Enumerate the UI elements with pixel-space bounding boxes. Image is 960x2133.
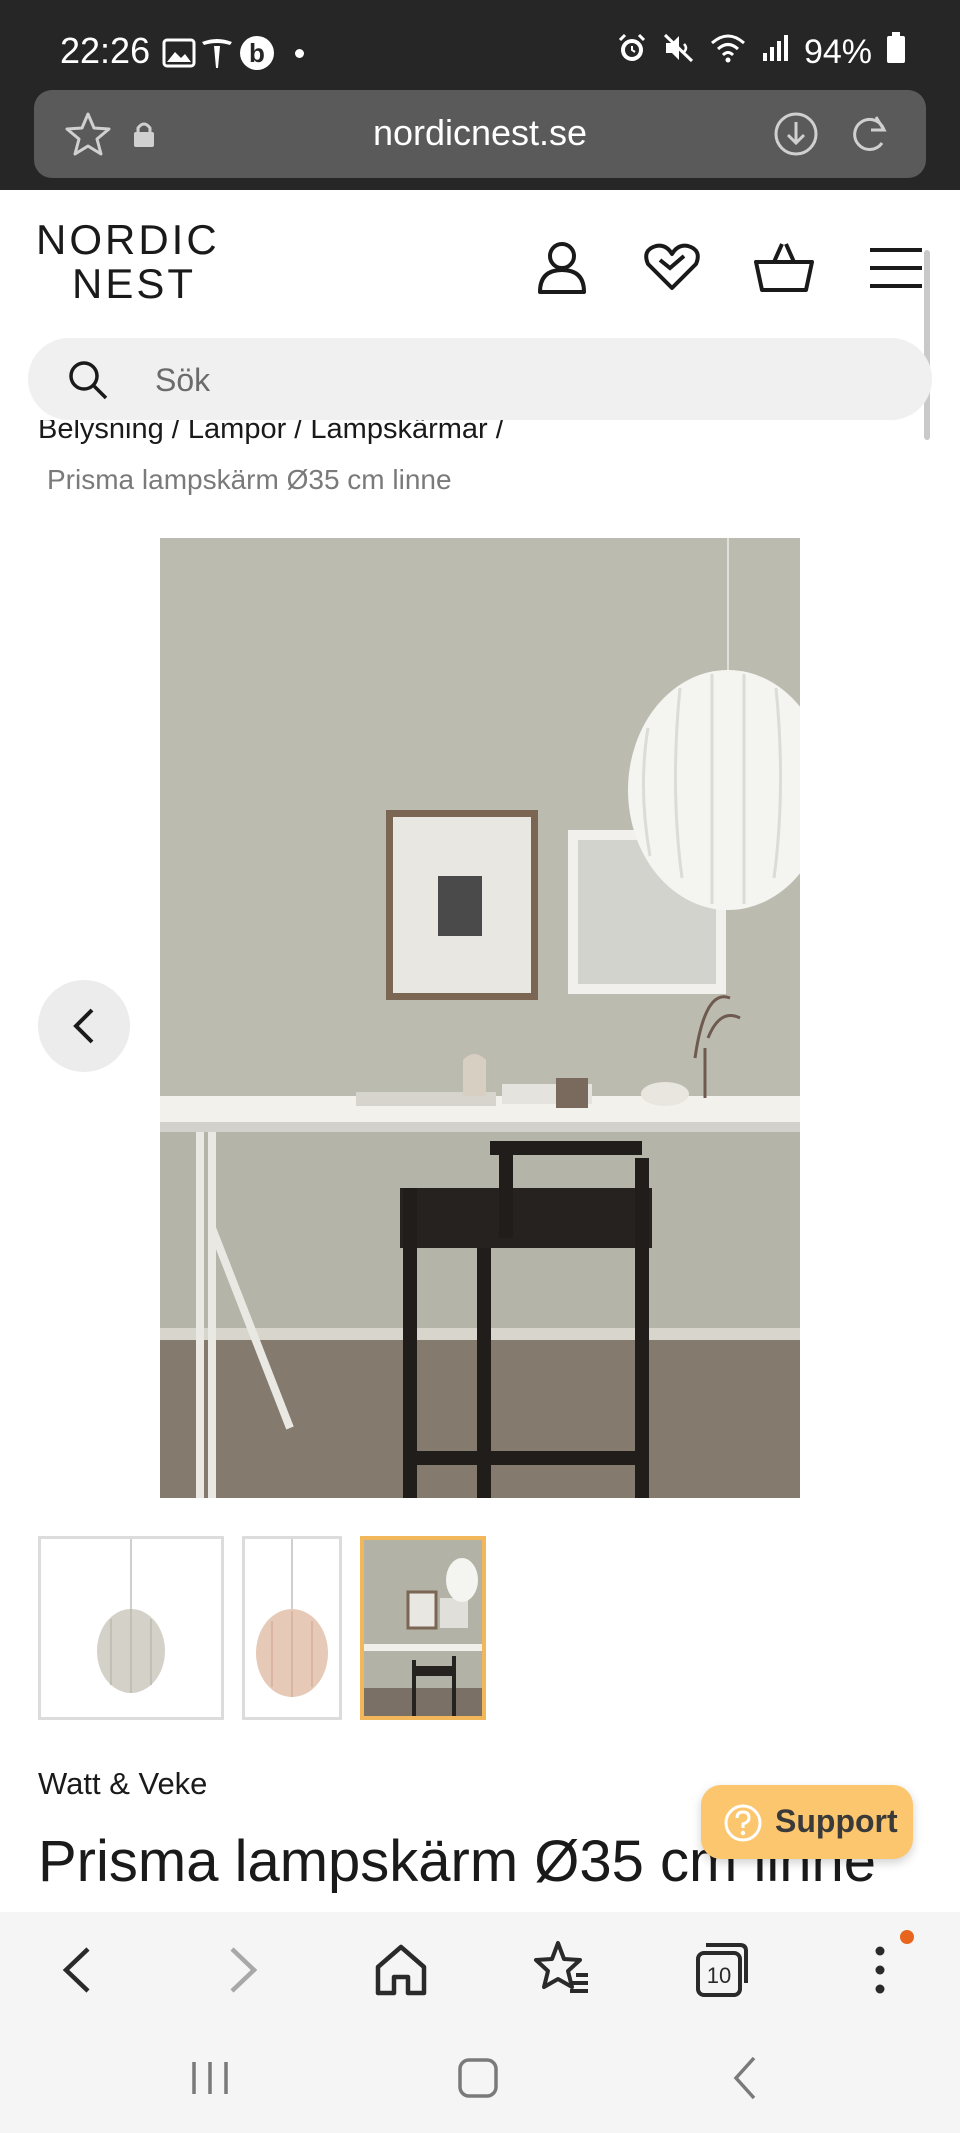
wishlist-heart-icon[interactable]: [640, 236, 704, 300]
tabs-icon[interactable]: 10: [684, 1935, 754, 2005]
help-question-icon: [723, 1803, 763, 1848]
product-brand[interactable]: Watt & Veke: [38, 1766, 207, 1802]
status-bar: 22:26 b 94% nordicnest.se: [0, 0, 960, 190]
search-icon: [66, 358, 110, 407]
home-button-icon[interactable]: [448, 2040, 508, 2116]
page-scrollbar[interactable]: [924, 250, 930, 440]
tesla-icon: [200, 36, 234, 75]
bookmarks-star-icon[interactable]: [526, 1935, 596, 2005]
account-icon[interactable]: [530, 236, 594, 300]
search-input[interactable]: Sök: [155, 362, 210, 399]
signal-icon: [760, 33, 790, 72]
recent-apps-icon[interactable]: [180, 2040, 240, 2116]
breadcrumb[interactable]: Belysning / Lampor / Lampskärmar /: [38, 420, 504, 450]
thumbnail-3-selected[interactable]: [360, 1536, 486, 1720]
status-right: 94%: [616, 32, 906, 73]
chevron-left-icon: [66, 1006, 106, 1051]
battery-percent: 94%: [803, 33, 872, 71]
cart-basket-icon[interactable]: [752, 236, 816, 300]
thumbnail-2[interactable]: [242, 1536, 342, 1720]
status-time: 22:26: [60, 30, 151, 71]
support-button[interactable]: Support: [701, 1785, 913, 1859]
image-icon: [162, 38, 196, 73]
url-bar[interactable]: nordicnest.se: [34, 90, 926, 178]
home-icon[interactable]: [366, 1935, 436, 2005]
download-icon[interactable]: [772, 110, 820, 163]
system-back-icon[interactable]: [716, 2040, 776, 2116]
battery-icon: [886, 32, 906, 73]
back-arrow-icon[interactable]: [44, 1935, 114, 2005]
menu-hamburger-icon[interactable]: [864, 236, 928, 300]
logo-line-2: NEST: [72, 260, 197, 307]
svg-text:10: 10: [707, 1963, 731, 1988]
site-logo[interactable]: NORDIC NEST: [36, 218, 220, 306]
thumbnail-1[interactable]: [38, 1536, 224, 1720]
breadcrumb-current: Prisma lampskärm Ø35 cm linne: [47, 464, 452, 495]
more-menu-icon[interactable]: [846, 1935, 916, 2005]
alarm-icon: [616, 32, 648, 73]
logo-line-1: NORDIC: [36, 216, 220, 263]
product-main-image[interactable]: [160, 538, 800, 1498]
b-app-icon: b: [240, 36, 274, 70]
gallery-prev-button[interactable]: [38, 980, 130, 1072]
support-label: Support: [775, 1803, 898, 1839]
notification-dot: [900, 1930, 914, 1944]
wifi-icon: [710, 33, 746, 72]
search-bar[interactable]: Sök: [28, 338, 932, 420]
forward-arrow-icon[interactable]: [206, 1935, 276, 2005]
reload-icon[interactable]: [846, 110, 894, 163]
mute-icon: [662, 32, 696, 73]
dot-icon: [295, 49, 304, 58]
